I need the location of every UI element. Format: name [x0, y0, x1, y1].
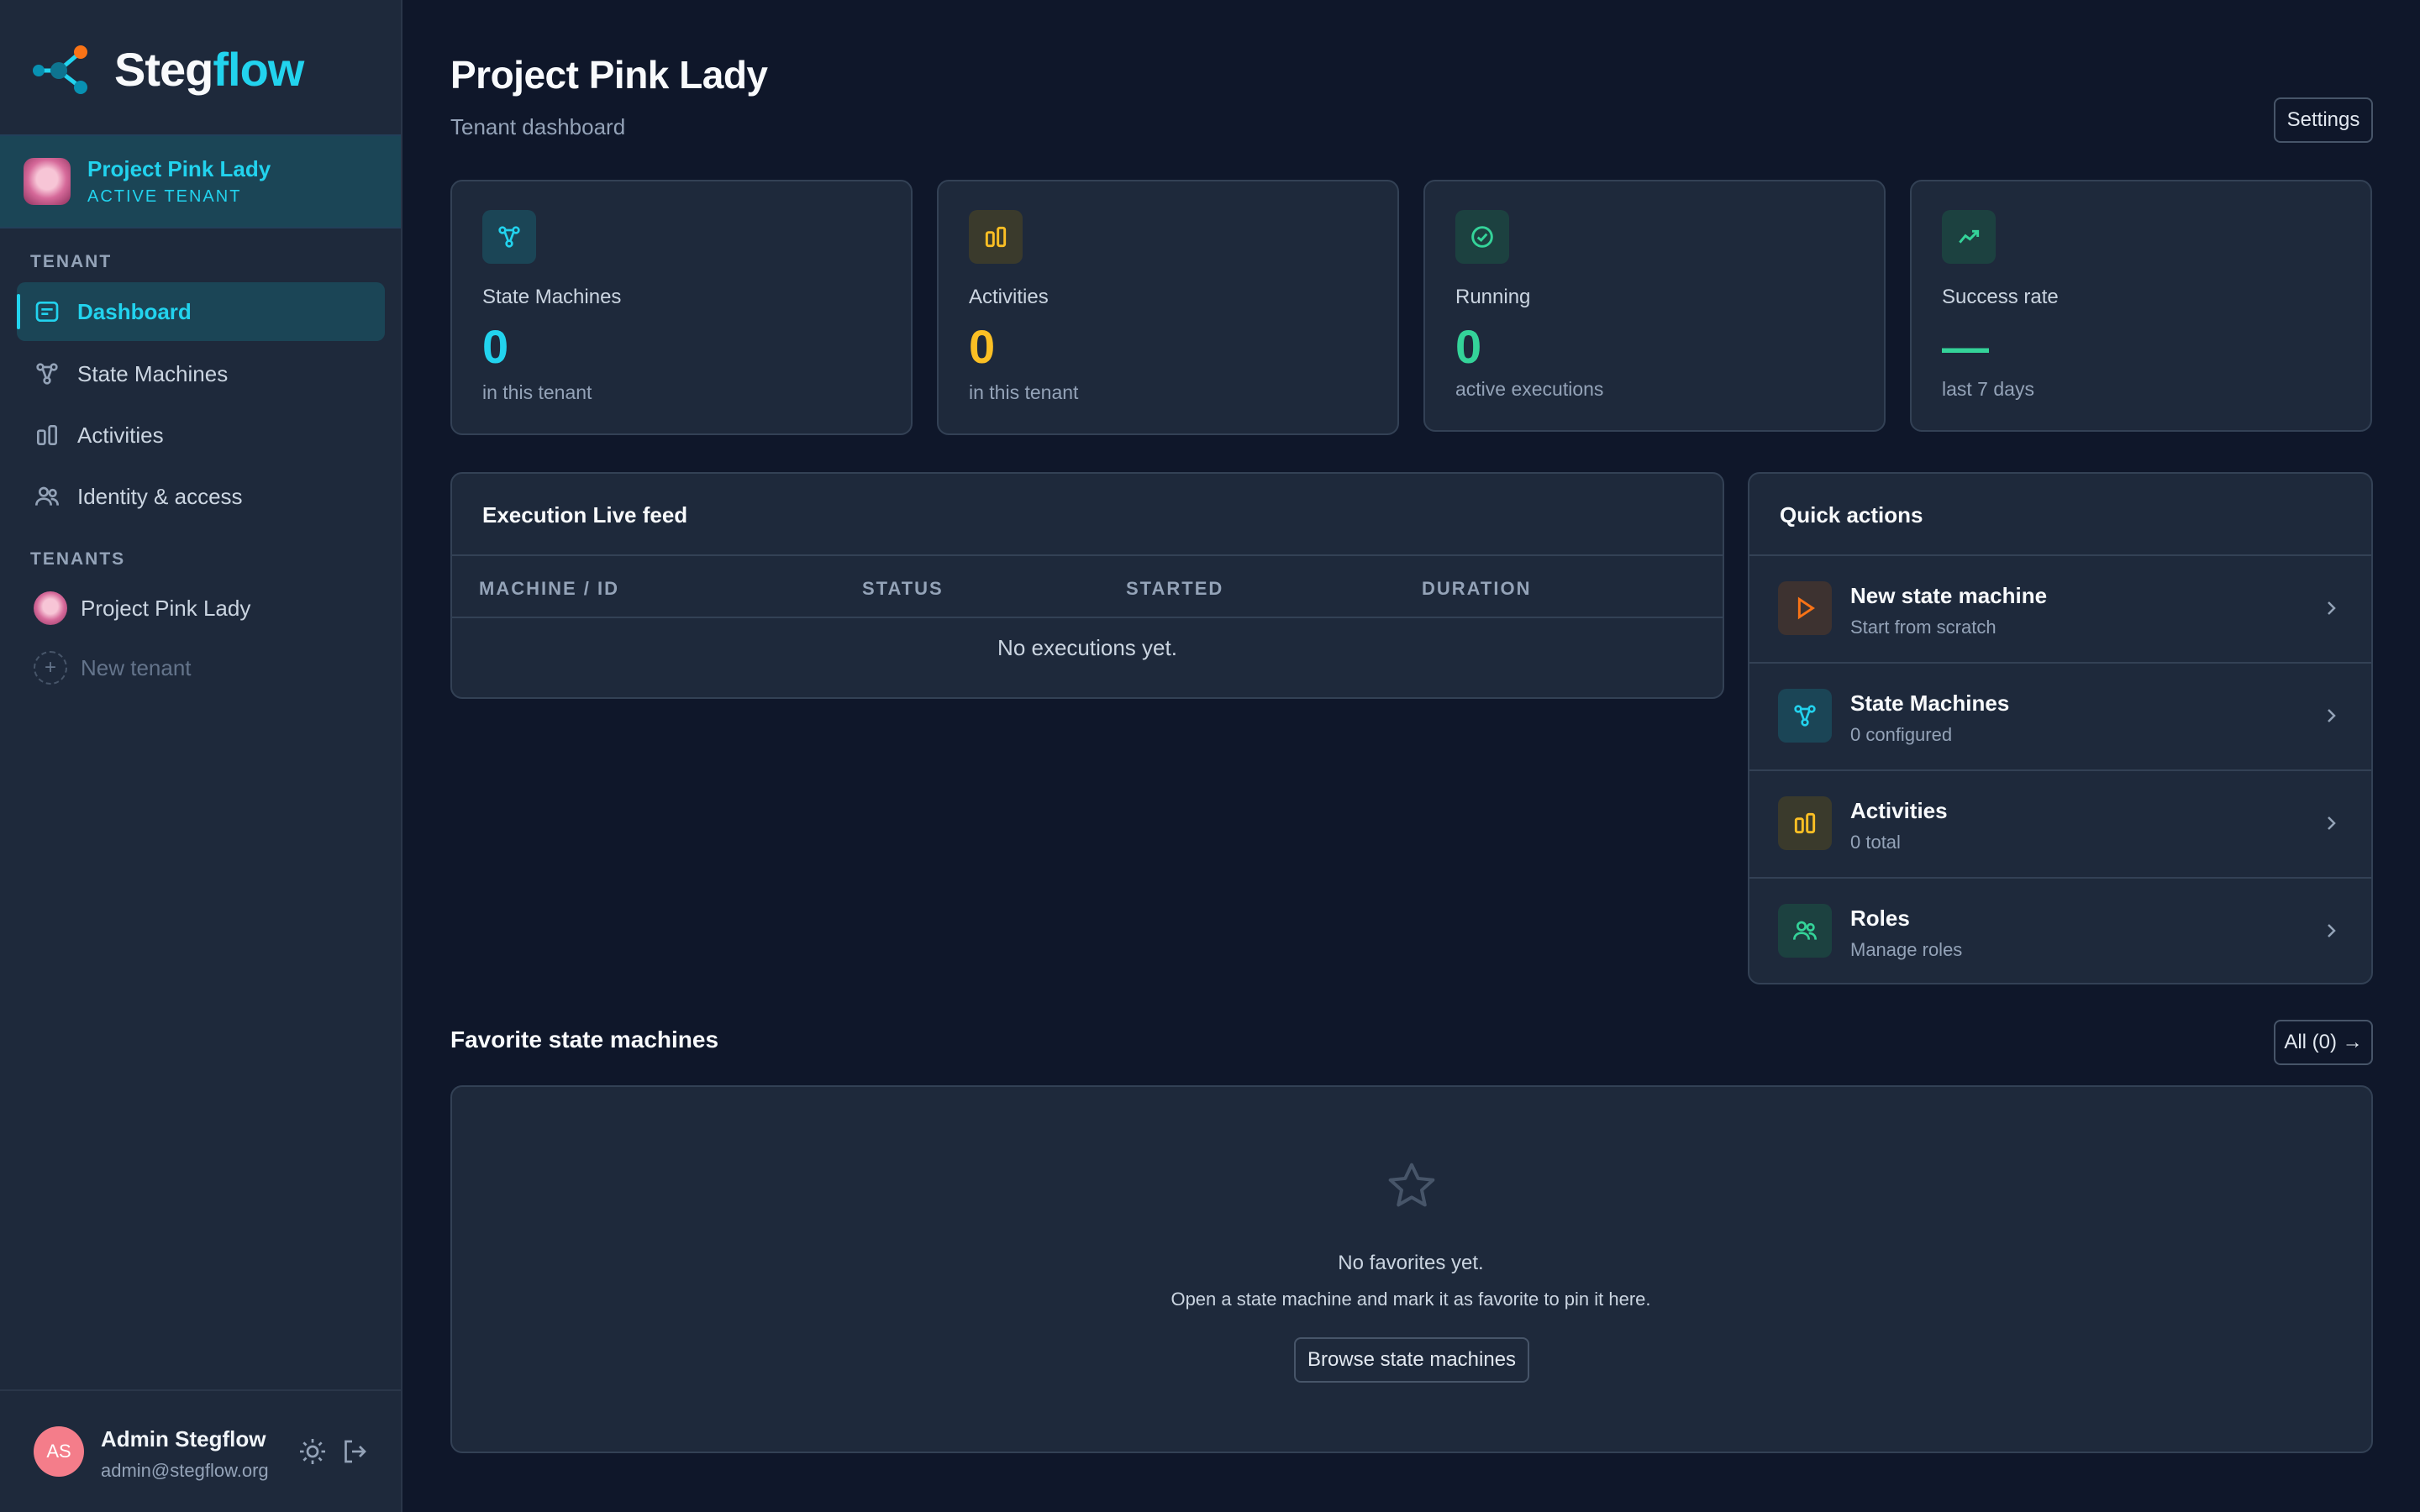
quick-action-subtitle: 0 configured: [1850, 724, 1953, 745]
state-machine-icon: [482, 210, 536, 264]
sidebar-item-label: State Machines: [77, 360, 229, 386]
logout-icon: [345, 1440, 366, 1463]
users-icon: [35, 486, 59, 506]
active-tenant-name: Project Pink Lady: [87, 156, 271, 181]
theme-toggle-button[interactable]: [297, 1436, 328, 1467]
user-email: admin@stegflow.org: [101, 1460, 269, 1481]
quick-action-activities[interactable]: Activities 0 total: [1749, 769, 2371, 877]
stat-sub: in this tenant: [482, 381, 592, 403]
quick-action-roles[interactable]: Roles Manage roles: [1749, 877, 2371, 983]
users-icon: [1778, 904, 1832, 958]
active-tenant-label: ACTIVE TENANT: [87, 187, 242, 206]
sidebar-item-state-machines[interactable]: State Machines: [17, 344, 385, 403]
stat-sub: in this tenant: [969, 381, 1079, 403]
stat-value: 0: [969, 320, 996, 373]
quick-action-subtitle: Manage roles: [1850, 939, 1963, 960]
stat-sub: active executions: [1455, 378, 1604, 400]
stat-card-state-machines: State Machines 0 in this tenant: [450, 180, 913, 435]
avatar[interactable]: AS: [34, 1426, 84, 1477]
new-tenant-button[interactable]: + New tenant: [34, 648, 192, 688]
stat-label: State Machines: [482, 286, 622, 308]
quick-action-subtitle: Start from scratch: [1850, 617, 1996, 638]
tenants-section-label: TENANTS: [30, 549, 126, 569]
sidebar-item-dashboard[interactable]: Dashboard: [17, 282, 385, 341]
browse-state-machines-button[interactable]: Browse state machines: [1294, 1337, 1529, 1383]
quick-action-title: State Machines: [1850, 690, 2010, 716]
chevron-right-icon: [2328, 924, 2336, 937]
tenant-list-item[interactable]: Project Pink Lady: [34, 588, 250, 628]
tenant-section-label: TENANT: [30, 252, 113, 271]
brand-logo[interactable]: Stegflow: [30, 37, 304, 101]
sidebar-item-label: Dashboard: [77, 298, 192, 324]
tenant-avatar: [24, 158, 71, 205]
stat-sub: last 7 days: [1942, 378, 2034, 400]
chevron-right-icon: [2328, 709, 2336, 722]
stat-label: Success rate: [1942, 286, 2059, 308]
stat-value: 0: [1455, 320, 1482, 373]
favorites-empty-text: No favorites yet.: [1338, 1252, 1484, 1274]
stat-label: Activities: [969, 286, 1049, 308]
play-icon: [1778, 581, 1832, 635]
chevron-right-icon: [2328, 816, 2336, 830]
state-machine-icon: [36, 363, 58, 385]
favorites-hint-text: Open a state machine and mark it as favo…: [1171, 1289, 1651, 1310]
brand-name: Stegflow: [114, 42, 304, 96]
table-header: MACHINE / ID STATUS STARTED DURATION: [452, 554, 1723, 618]
new-tenant-label: New tenant: [81, 654, 192, 680]
quick-actions-panel: Quick actions New state machine Start fr…: [1748, 472, 2373, 984]
trend-up-icon: [1942, 210, 1996, 264]
activities-icon: [969, 210, 1023, 264]
quick-action-title: Roles: [1850, 906, 1910, 931]
quick-action-new-state-machine[interactable]: New state machine Start from scratch: [1749, 554, 2371, 662]
active-tenant-card[interactable]: Project Pink Lady ACTIVE TENANT: [0, 134, 401, 228]
page-title: Project Pink Lady: [450, 53, 768, 97]
panel-title: Quick actions: [1780, 502, 1923, 528]
execution-live-feed-panel: Execution Live feed MACHINE / ID STATUS …: [450, 472, 1724, 699]
chevron-right-icon: [2328, 601, 2336, 615]
check-circle-icon: [1455, 210, 1509, 264]
sun-icon: [300, 1439, 325, 1464]
user-footer: AS Admin Stegflow admin@stegflow.org: [0, 1389, 401, 1512]
stat-value: —: [1942, 320, 1989, 373]
stegflow-logo-icon: [33, 45, 87, 94]
quick-action-title: New state machine: [1850, 583, 2048, 608]
column-header-started[interactable]: STARTED: [1126, 578, 1223, 600]
quick-action-state-machines[interactable]: State Machines 0 configured: [1749, 662, 2371, 769]
column-header-status[interactable]: STATUS: [862, 578, 944, 600]
all-favorites-button[interactable]: All (0) →: [2274, 1020, 2373, 1065]
column-header-duration[interactable]: DURATION: [1422, 578, 1531, 600]
sidebar-item-label: Activities: [77, 422, 164, 448]
settings-button[interactable]: Settings: [2274, 97, 2373, 143]
sidebar-item-activities[interactable]: Activities: [17, 406, 385, 465]
stat-card-running: Running 0 active executions: [1423, 180, 1886, 432]
logout-button[interactable]: [339, 1436, 370, 1467]
state-machine-icon: [1778, 689, 1832, 743]
sidebar-item-identity-access[interactable]: Identity & access: [17, 467, 385, 526]
tenant-list-label: Project Pink Lady: [81, 595, 251, 621]
user-name: Admin Stegflow: [101, 1426, 266, 1452]
plus-icon: +: [34, 651, 67, 685]
tenant-avatar: [34, 591, 67, 625]
stat-card-success-rate: Success rate — last 7 days: [1910, 180, 2372, 432]
stat-card-activities: Activities 0 in this tenant: [937, 180, 1399, 435]
favorites-title: Favorite state machines: [450, 1026, 719, 1053]
dashboard-icon: [35, 302, 59, 322]
stat-value: 0: [482, 320, 509, 373]
sidebar: Stegflow Project Pink Lady ACTIVE TENANT…: [0, 0, 402, 1512]
quick-action-subtitle: 0 total: [1850, 832, 1901, 853]
activities-icon: [36, 425, 57, 445]
sidebar-item-label: Identity & access: [77, 483, 243, 509]
page-subtitle: Tenant dashboard: [450, 114, 626, 139]
panel-title: Execution Live feed: [482, 502, 688, 528]
quick-action-title: Activities: [1850, 798, 1948, 823]
empty-state: No executions yet.: [997, 635, 1177, 660]
stat-label: Running: [1455, 286, 1531, 308]
star-icon: [1388, 1163, 1435, 1207]
column-header-machine[interactable]: MACHINE / ID: [479, 578, 619, 600]
activities-icon: [1778, 796, 1832, 850]
